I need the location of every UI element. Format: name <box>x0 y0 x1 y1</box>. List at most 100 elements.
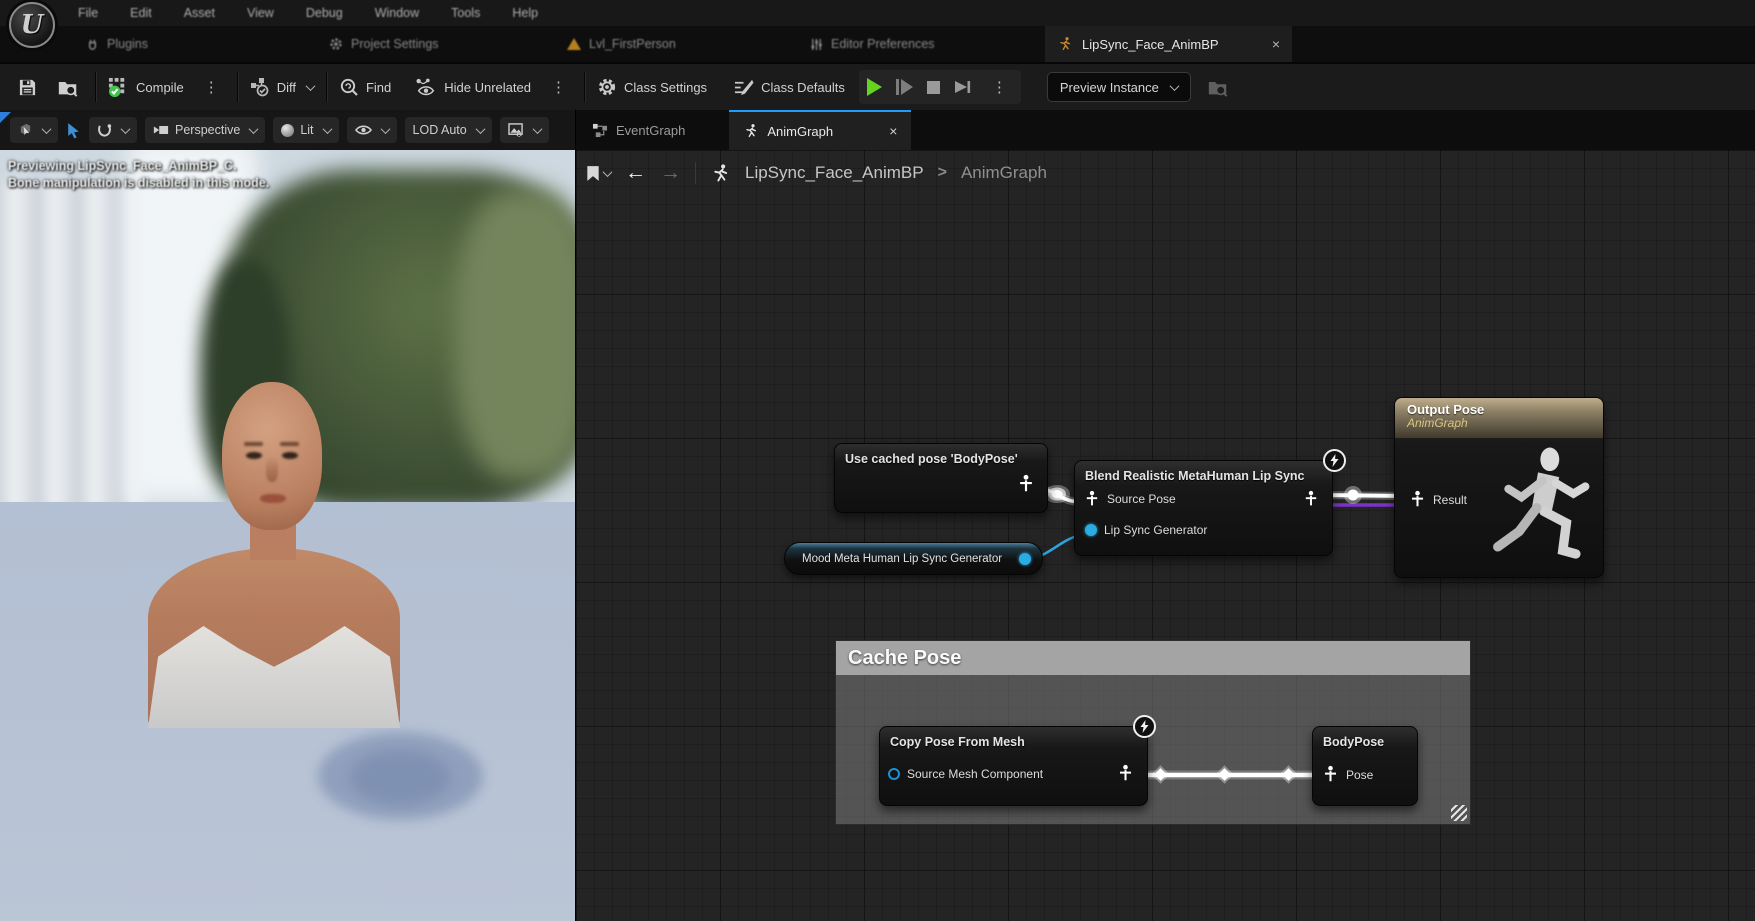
tab-animgraph[interactable]: AnimGraph × <box>729 110 911 150</box>
tab-lipsync-face-animbp[interactable]: LipSync_Face_AnimBP × <box>1045 26 1292 62</box>
play-options-kebab-icon[interactable]: ⋮ <box>986 78 1013 96</box>
stop-icon[interactable] <box>927 81 940 94</box>
warning-icon <box>567 38 581 50</box>
browse-dim-icon <box>1207 78 1229 97</box>
bone-manipulation-note: Bone manipulation is disabled in this mo… <box>8 175 269 192</box>
compile-button[interactable]: Compile <box>108 77 184 98</box>
unreal-editor-window: File Edit Asset View Debug Window Tools … <box>0 0 1755 921</box>
pose-pin-icon <box>1084 490 1100 508</box>
nav-back-icon[interactable]: ← <box>625 161 646 185</box>
eject-icon[interactable] <box>954 79 972 95</box>
tab-project-settings[interactable]: Project Settings <box>329 26 439 62</box>
background-building <box>0 180 145 525</box>
comment-resize-handle[interactable] <box>1451 805 1467 821</box>
pin-pose-input[interactable]: Pose <box>1322 765 1373 784</box>
node-copy-pose-from-mesh[interactable]: Copy Pose From Mesh Source Mesh Componen… <box>879 726 1148 806</box>
pin-pose-label: Pose <box>1346 768 1373 782</box>
animbp-runner-icon <box>1057 36 1073 52</box>
bookmark-button[interactable] <box>586 165 611 182</box>
comment-title-bar[interactable]: Cache Pose <box>836 641 1470 675</box>
show-flags-dropdown[interactable] <box>347 117 397 143</box>
viewport-options-button[interactable] <box>10 117 58 143</box>
find-button[interactable]: Find <box>339 77 391 97</box>
menu-edit[interactable]: Edit <box>130 6 152 20</box>
pin-source-pose[interactable]: Source Pose <box>1084 490 1176 508</box>
pose-pin-icon <box>1303 490 1319 508</box>
menu-view[interactable]: View <box>247 6 274 20</box>
menu-file[interactable]: File <box>78 6 98 20</box>
node-bodypose-cache[interactable]: BodyPose Pose <box>1312 726 1418 806</box>
graph-panel: EventGraph AnimGraph × <box>576 110 1755 921</box>
diff-button[interactable]: Diff <box>250 77 314 97</box>
pin-mood-output[interactable] <box>1019 553 1031 565</box>
browse-asset-button[interactable] <box>57 78 79 97</box>
step-forward-icon[interactable] <box>896 79 913 95</box>
select-cursor-icon[interactable] <box>66 122 81 139</box>
find-icon <box>339 77 359 97</box>
character-tank-top <box>148 626 400 728</box>
main-area: Perspective Lit LOD Auto <box>0 110 1755 921</box>
pin-cached-pose-output[interactable] <box>1017 474 1035 494</box>
menu-asset[interactable]: Asset <box>184 6 215 20</box>
screenshot-chevron-icon <box>532 124 542 134</box>
node-output-pose[interactable]: Output Pose AnimGraph <box>1394 397 1604 578</box>
browse-folder-icon <box>57 78 79 97</box>
browse-preview-button[interactable] <box>1207 78 1229 97</box>
breadcrumb-current: AnimGraph <box>961 163 1047 183</box>
tab-plugins[interactable]: Plugins <box>86 26 148 62</box>
unreal-logo-glyph: U <box>21 10 44 40</box>
lod-dropdown[interactable]: LOD Auto <box>405 117 492 143</box>
node-use-cached-pose[interactable]: Use cached pose 'BodyPose' <box>834 443 1048 513</box>
save-button[interactable] <box>18 78 37 97</box>
class-settings-label: Class Settings <box>624 80 707 95</box>
eventgraph-icon <box>592 123 608 138</box>
pin-blend-output[interactable] <box>1303 490 1319 508</box>
menu-window[interactable]: Window <box>375 6 419 20</box>
asset-toolbar: Compile ⋮ Diff Find <box>0 62 1755 110</box>
node-mood-generator-variable[interactable]: Mood Meta Human Lip Sync Generator <box>784 542 1043 575</box>
menu-tools[interactable]: Tools <box>451 6 480 20</box>
rotate-icon <box>97 123 112 138</box>
menu-debug[interactable]: Debug <box>306 6 343 20</box>
lit-chevron-icon <box>322 124 332 134</box>
play-controls: ⋮ <box>859 70 1021 104</box>
class-defaults-button[interactable]: Class Defaults <box>733 78 845 97</box>
class-defaults-icon <box>733 78 754 97</box>
animgraph-runner-icon <box>743 123 759 139</box>
breadcrumb-root[interactable]: LipSync_Face_AnimBP <box>745 163 924 183</box>
animgraph-canvas[interactable]: ← → LipSync_Face_AnimBP > AnimGraph Cach… <box>576 150 1755 921</box>
menu-bar: File Edit Asset View Debug Window Tools … <box>0 0 1755 26</box>
menu-help[interactable]: Help <box>512 6 538 20</box>
graph-options-kebab-icon[interactable]: ⋮ <box>545 78 572 96</box>
tab-lipsync-label: LipSync_Face_AnimBP <box>1082 37 1219 52</box>
hide-unrelated-label: Hide Unrelated <box>444 80 531 95</box>
tab-eventgraph[interactable]: EventGraph <box>576 110 701 150</box>
tab-close-icon[interactable]: × <box>1272 36 1280 52</box>
screenshot-dropdown[interactable] <box>500 117 549 143</box>
tab-lvl-firstperson[interactable]: Lvl_FirstPerson <box>567 26 676 62</box>
tab-animgraph-close-icon[interactable]: × <box>889 123 897 139</box>
pin-copy-pose-output[interactable] <box>1117 764 1134 783</box>
pin-lip-sync-generator[interactable]: Lip Sync Generator <box>1085 523 1207 537</box>
breadcrumb: ← → LipSync_Face_AnimBP > AnimGraph <box>586 158 1047 188</box>
class-settings-button[interactable]: Class Settings <box>597 77 707 97</box>
fast-path-lightning-icon <box>1133 715 1156 738</box>
object-pin-hollow-icon <box>888 768 900 780</box>
lod-chevron-icon <box>475 124 485 134</box>
preview-instance-dropdown[interactable]: Preview Instance <box>1047 72 1191 102</box>
rotate-tool-button[interactable] <box>89 117 137 143</box>
node-blend-lip-sync[interactable]: Blend Realistic MetaHuman Lip Sync Sourc… <box>1074 460 1333 556</box>
compile-options-kebab-icon[interactable]: ⋮ <box>198 78 225 96</box>
pin-source-mesh-component[interactable]: Source Mesh Component <box>888 767 1043 781</box>
play-icon[interactable] <box>867 78 882 96</box>
lit-dropdown[interactable]: Lit <box>273 117 338 143</box>
viewport-3d-view[interactable]: Previewing LipSync_Face_AnimBP_C. Bone m… <box>0 150 575 921</box>
hide-unrelated-icon <box>415 77 437 97</box>
nav-forward-icon[interactable]: → <box>660 161 681 185</box>
hide-unrelated-button[interactable]: Hide Unrelated <box>415 77 531 97</box>
tab-editor-preferences[interactable]: Editor Preferences <box>810 26 935 62</box>
node-copy-pose-title: Copy Pose From Mesh <box>880 727 1147 753</box>
pin-result[interactable]: Result <box>1409 490 1467 509</box>
node-output-subtitle: AnimGraph <box>1407 416 1591 430</box>
perspective-dropdown[interactable]: Perspective <box>145 117 265 143</box>
